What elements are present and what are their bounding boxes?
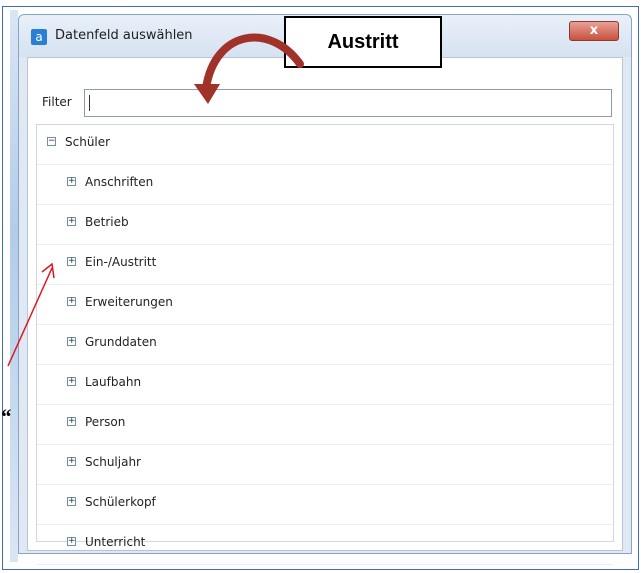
filter-input[interactable] (84, 89, 612, 117)
tree-root-schueler[interactable]: − Schüler (37, 125, 613, 165)
tree-item-label: Schuljahr (85, 455, 141, 469)
tree-item-label: Anschriften (85, 175, 154, 189)
annotation-callout: Austritt (284, 16, 442, 68)
expand-icon[interactable]: + (67, 337, 76, 346)
quote-mark: “ (0, 404, 11, 429)
expand-icon[interactable]: + (67, 457, 76, 466)
tree-item-label: Grunddaten (85, 335, 157, 349)
tree-item-betrieb[interactable]: + Betrieb (37, 205, 613, 245)
left-strip (10, 10, 18, 562)
tree-item-label: Unterricht (85, 535, 146, 549)
tree-item-ein-austritt[interactable]: + Ein-/Austritt (37, 245, 613, 285)
window-title: Datenfeld auswählen (55, 28, 193, 43)
tree-item-person[interactable]: + Person (37, 405, 613, 445)
expand-icon[interactable]: + (67, 177, 76, 186)
dialog-content: Filter − Schüler + Anschriften + Betrieb… (27, 57, 623, 565)
tree-item-schuljahr[interactable]: + Schuljahr (37, 445, 613, 485)
tree-item-label: Schülerkopf (85, 495, 156, 509)
tree-item-label: Betrieb (85, 215, 129, 229)
tree-item-unterricht[interactable]: + Unterricht (37, 525, 613, 565)
expand-icon[interactable]: + (67, 377, 76, 386)
app-icon: a (31, 29, 47, 45)
close-button[interactable]: x (569, 21, 619, 41)
tree-item-anschriften[interactable]: + Anschriften (37, 165, 613, 205)
filter-label: Filter (42, 95, 72, 109)
expand-icon[interactable]: + (67, 417, 76, 426)
dialog-window: a Datenfeld auswählen x Filter − Schüler… (18, 14, 632, 565)
expand-icon[interactable]: + (67, 497, 76, 506)
collapse-icon[interactable]: − (47, 137, 56, 146)
expand-icon[interactable]: + (67, 217, 76, 226)
expand-icon[interactable]: + (67, 537, 76, 546)
tree-item-label: Ein-/Austritt (85, 255, 157, 269)
tree-item-label: Person (85, 415, 126, 429)
text-caret (89, 95, 90, 111)
tree-item-grunddaten[interactable]: + Grunddaten (37, 325, 613, 365)
tree-item-erweiterungen[interactable]: + Erweiterungen (37, 285, 613, 325)
tree-item-label: Erweiterungen (85, 295, 173, 309)
field-tree: − Schüler + Anschriften + Betrieb + Ein-… (36, 124, 614, 565)
expand-icon[interactable]: + (67, 257, 76, 266)
tree-item-schuelerkopf[interactable]: + Schülerkopf (37, 485, 613, 525)
tree-item-label: Laufbahn (85, 375, 142, 389)
tree-root-label: Schüler (65, 135, 111, 149)
tree-item-laufbahn[interactable]: + Laufbahn (37, 365, 613, 405)
expand-icon[interactable]: + (67, 297, 76, 306)
